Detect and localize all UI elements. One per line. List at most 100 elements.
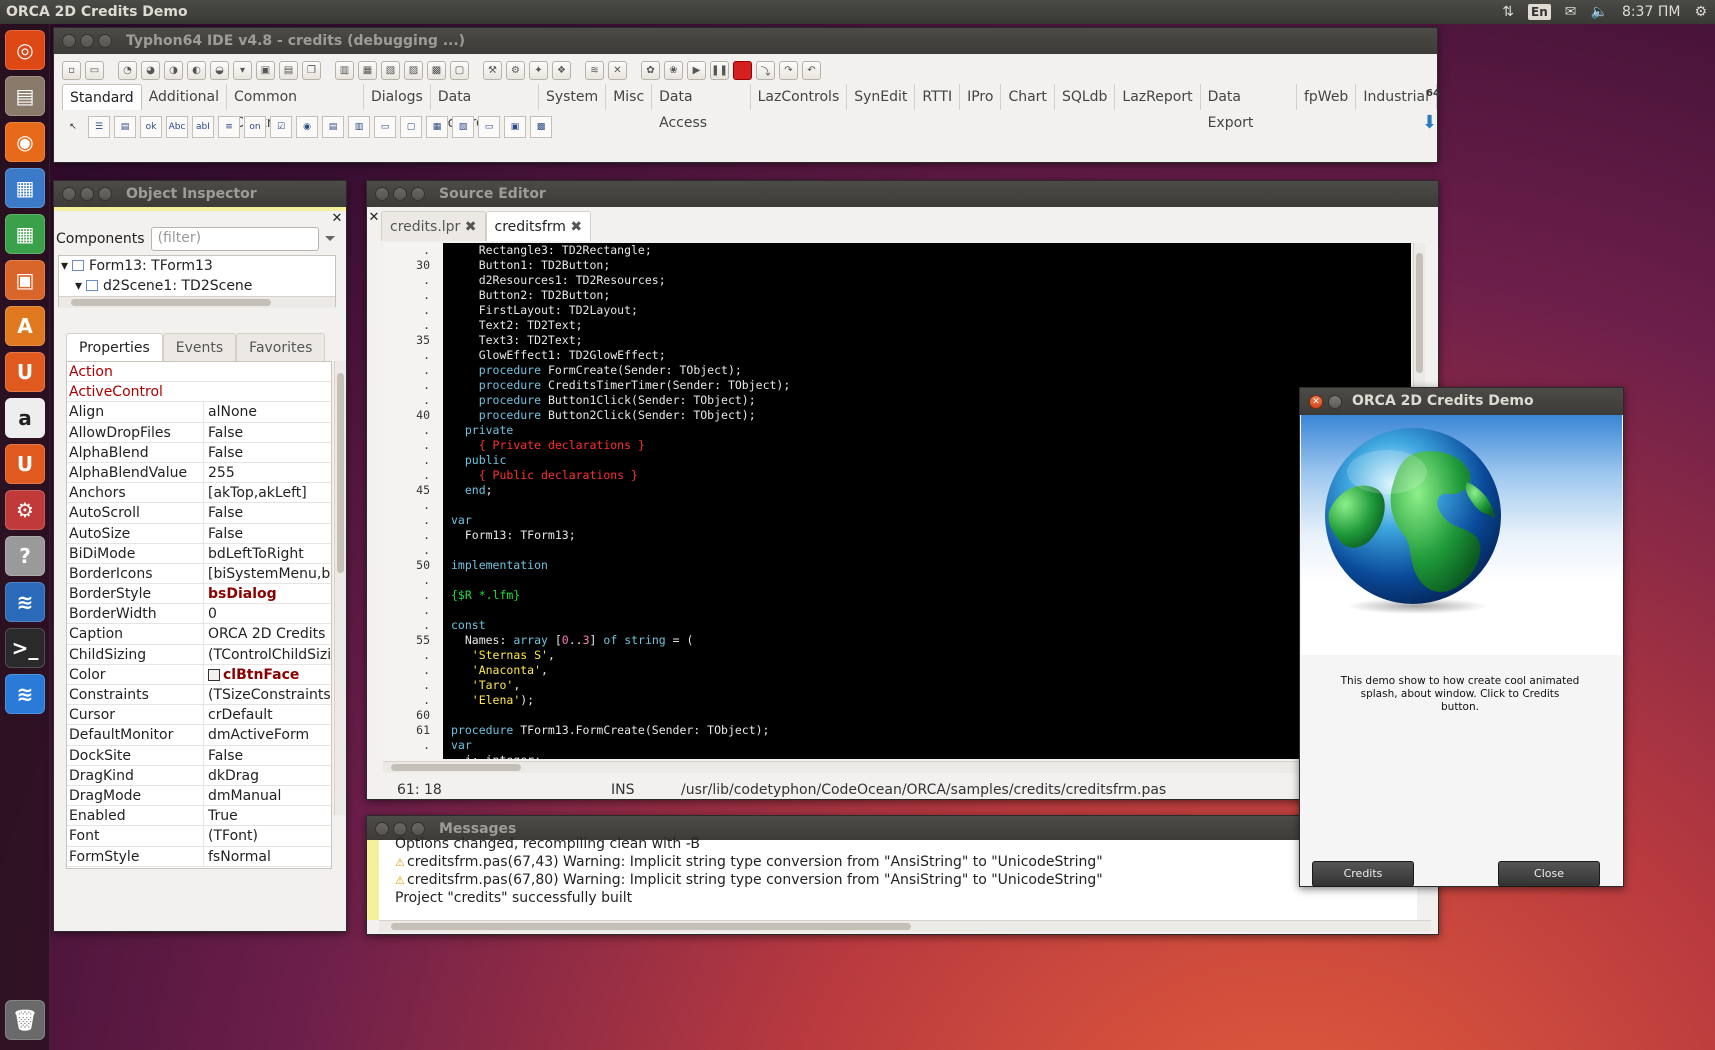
settings-icon[interactable]: ⚙ xyxy=(5,490,45,530)
property-row[interactable]: ActiveControl xyxy=(67,382,331,403)
credits-button[interactable]: Credits xyxy=(1312,861,1414,887)
property-row[interactable]: FormStyle fsNormal xyxy=(67,846,331,867)
tlistbox-icon[interactable]: ▤ xyxy=(322,116,344,138)
impress-icon[interactable]: ▣ xyxy=(5,260,45,300)
new-form-icon[interactable]: ▭ xyxy=(85,60,104,80)
property-value[interactable]: [biSystemMenu,biM xyxy=(203,563,331,584)
property-value[interactable]: [akTop,akLeft] xyxy=(203,483,331,503)
property-value[interactable]: clBtnFace xyxy=(203,664,331,684)
property-row[interactable]: Cursor crDefault xyxy=(67,705,331,726)
object-inspector-titlebar[interactable]: Object Inspector xyxy=(54,181,346,207)
help-icon[interactable]: ? xyxy=(5,536,45,576)
property-row[interactable]: AutoScroll False xyxy=(67,503,331,524)
tedit-icon[interactable]: abI xyxy=(192,116,214,138)
window-close-button[interactable] xyxy=(62,187,76,201)
property-value[interactable]: (TControlChildSizin xyxy=(203,644,331,664)
tradiogroup-icon[interactable]: ▦ xyxy=(426,116,448,138)
property-row[interactable]: Action xyxy=(67,362,331,383)
property-value[interactable]: False xyxy=(203,745,331,765)
property-value[interactable]: True xyxy=(203,806,331,826)
property-row[interactable]: ▸BorderIcons[biSystemMenu,biM xyxy=(67,563,331,585)
tgroupbox-icon[interactable]: ▢ xyxy=(400,116,422,138)
palette-tab[interactable]: LazReport xyxy=(1115,84,1201,110)
clock[interactable]: 8:37 ПМ xyxy=(1622,0,1681,24)
property-value[interactable]: dkDrag xyxy=(203,765,331,785)
property-row[interactable]: AutoSize False xyxy=(67,523,331,544)
tab-events[interactable]: Events xyxy=(162,333,237,361)
tmainmenu-icon[interactable]: ☰ xyxy=(88,116,110,138)
project-options-icon[interactable]: ◒ xyxy=(210,60,229,80)
property-value[interactable]: bsDialog xyxy=(203,584,331,604)
property-value[interactable]: crDefault xyxy=(203,705,331,725)
ubuntu-one-music-icon[interactable]: U xyxy=(5,444,45,484)
window-close-button[interactable] xyxy=(62,34,76,48)
save-all-icon[interactable]: ▤ xyxy=(279,60,298,80)
close-icon[interactable]: ✕ xyxy=(367,211,381,225)
design-icon[interactable]: ≋ xyxy=(585,60,604,80)
property-row[interactable]: BorderWidth 0 xyxy=(67,604,331,625)
step-out-icon[interactable]: ↶ xyxy=(802,60,821,80)
close-button[interactable]: Close xyxy=(1498,861,1600,887)
ttogglebox-icon[interactable]: on xyxy=(244,116,266,138)
tactionlist-icon[interactable]: ▩ xyxy=(530,116,552,138)
amazon-icon[interactable]: a xyxy=(5,398,45,438)
palette-tab[interactable]: Additional xyxy=(142,84,227,110)
window-maximize-button[interactable] xyxy=(411,187,425,201)
palette-tab[interactable]: IPro xyxy=(960,84,1002,110)
property-row[interactable]: BorderStyle bsDialog xyxy=(67,584,331,605)
property-row[interactable]: DragMode dmManual xyxy=(67,785,331,807)
tree-node[interactable]: ▾ d2Scene1: TD2Scene xyxy=(75,276,252,296)
step-over-icon[interactable]: ↷ xyxy=(779,60,798,80)
window-maximize-button[interactable] xyxy=(98,187,112,201)
pause-icon[interactable]: ❚❚ xyxy=(710,60,729,80)
tab-favorites[interactable]: Favorites xyxy=(236,333,326,361)
tree-node[interactable]: ▾ Form13: TForm13 xyxy=(61,256,213,276)
property-row[interactable]: ▸Constraints(TSizeConstraints) xyxy=(67,685,331,706)
palette-tab[interactable]: Industrial xyxy=(1356,84,1437,110)
window-close-button[interactable] xyxy=(375,822,389,836)
tbutton-icon[interactable]: ok xyxy=(140,116,162,138)
code-editor[interactable]: . 30.... 35.... 40.... 45.... 50.... 55.... 60 6… xyxy=(383,243,1411,759)
property-value[interactable]: ORCA 2D Credits D xyxy=(203,624,331,644)
build-icon[interactable]: ⚒ xyxy=(483,60,502,80)
window-minimize-button[interactable] xyxy=(80,187,94,201)
close-icon[interactable]: ✕ xyxy=(1309,395,1323,409)
window-minimize-button[interactable] xyxy=(393,187,407,201)
tab-credits-lpr[interactable]: credits.lpr ✖ xyxy=(381,211,486,241)
window-icon[interactable]: ▨ xyxy=(404,60,423,80)
tools-icon[interactable]: ✕ xyxy=(608,60,627,80)
tab-close-icon[interactable]: ✖ xyxy=(465,219,477,235)
property-row[interactable]: DragKind dkDrag xyxy=(67,765,331,786)
property-row[interactable]: AllowDropFiles False xyxy=(67,422,331,443)
save-icon[interactable]: ▣ xyxy=(256,60,275,80)
property-value[interactable]: (TFont) xyxy=(203,826,331,846)
gear-icon[interactable]: ⚙ xyxy=(1694,0,1707,24)
terminal-icon[interactable]: >_ xyxy=(5,628,45,668)
palette-tab[interactable]: Chart xyxy=(1001,84,1055,110)
property-value[interactable]: alNone xyxy=(203,402,331,422)
source-editor-titlebar[interactable]: Source Editor xyxy=(367,181,1438,207)
trash-icon[interactable]: 🗑 xyxy=(5,1000,45,1040)
firefox-icon[interactable]: ◉ xyxy=(5,122,45,162)
files-icon[interactable]: ▤ xyxy=(5,76,45,116)
build-all-icon[interactable]: ⚙ xyxy=(506,60,525,80)
palette-tab[interactable]: Data Controls xyxy=(431,84,539,131)
tpanel-icon[interactable]: ▭ xyxy=(478,116,500,138)
tab-close-icon[interactable]: ✖ xyxy=(570,219,582,235)
palette-tab[interactable]: SynEdit xyxy=(847,84,916,110)
property-value[interactable]: False xyxy=(203,422,331,442)
property-value[interactable]: bdLeftToRight xyxy=(203,543,331,563)
message-line[interactable]: Project "credits" successfully built xyxy=(395,888,632,908)
property-value[interactable]: dmActiveForm xyxy=(203,725,331,745)
new-unit-icon[interactable]: ▫ xyxy=(62,60,81,80)
tab-properties[interactable]: Properties xyxy=(66,333,163,361)
mail-icon[interactable]: ✉ xyxy=(1565,0,1577,24)
property-row[interactable]: DefaultMonitor dmActiveForm xyxy=(67,725,331,746)
tcheckgroup-icon[interactable]: ▧ xyxy=(452,116,474,138)
windows-icon[interactable]: ▩ xyxy=(427,60,446,80)
network-icon[interactable]: ⇅ xyxy=(1502,0,1514,24)
ubuntu-one-icon[interactable]: U xyxy=(5,352,45,392)
ubuntu-logo-icon[interactable]: ◎ xyxy=(5,30,45,70)
run-icon[interactable]: ▶ xyxy=(687,60,706,80)
filter-input[interactable]: (filter) xyxy=(150,227,319,251)
